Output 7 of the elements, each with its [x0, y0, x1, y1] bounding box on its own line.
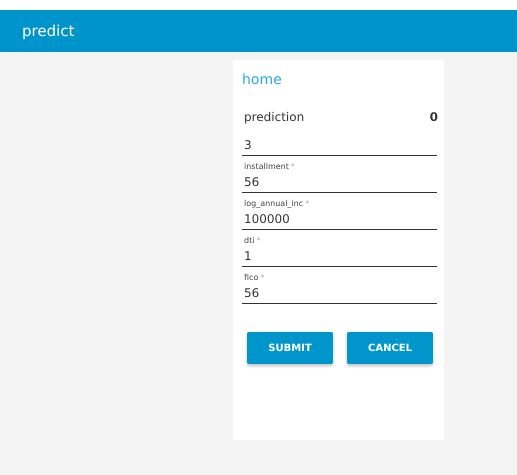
prediction-value: 0 [430, 110, 438, 124]
app-title: predict [22, 22, 74, 40]
field-label: fico * [244, 273, 264, 282]
prediction-label: prediction [244, 110, 304, 124]
field-label: log_annual_inc * [244, 199, 310, 208]
field-label: dti * [244, 236, 260, 245]
field-label: installment * [244, 162, 295, 171]
